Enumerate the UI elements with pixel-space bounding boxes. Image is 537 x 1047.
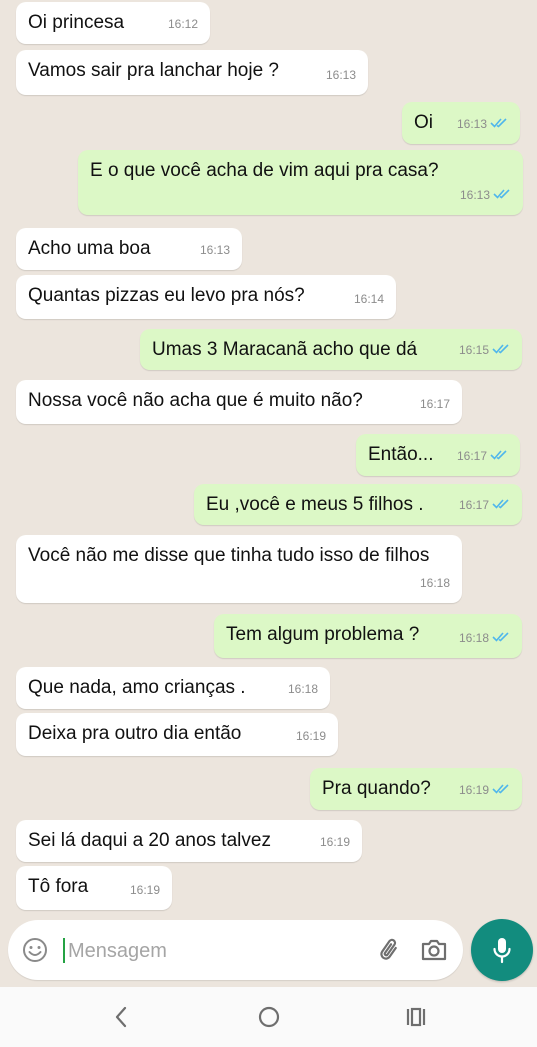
text-caret bbox=[63, 938, 65, 963]
message-meta: 16:12 bbox=[168, 12, 198, 36]
recents-icon[interactable] bbox=[403, 1004, 429, 1030]
message-bubble-incoming[interactable]: Deixa pra outro dia então 16:19 bbox=[16, 713, 338, 756]
message-time: 16:14 bbox=[353, 292, 384, 306]
message-bubble-incoming[interactable]: Quantas pizzas eu levo pra nós? 16:14 bbox=[16, 275, 396, 319]
message-meta: 16:17 bbox=[459, 493, 510, 517]
system-navigation-bar bbox=[0, 987, 537, 1047]
message-meta: 16:18 bbox=[459, 626, 510, 650]
message-bubble-outgoing[interactable]: Oi 16:13 bbox=[402, 102, 520, 144]
message-input[interactable] bbox=[66, 935, 360, 967]
message-time: 16:18 bbox=[419, 576, 450, 590]
message-text: Eu ,você e meus 5 filhos . bbox=[206, 494, 424, 515]
message-bubble-incoming[interactable]: Sei lá daqui a 20 anos talvez 16:19 bbox=[16, 820, 362, 862]
message-time: 16:12 bbox=[167, 17, 198, 31]
message-meta: 16:17 bbox=[420, 392, 450, 416]
message-time: 16:18 bbox=[458, 631, 489, 645]
message-bubble-outgoing[interactable]: Tem algum problema ? 16:18 bbox=[214, 614, 522, 658]
message-time: 16:17 bbox=[458, 498, 489, 512]
message-text: Pra quando? bbox=[322, 778, 431, 799]
message-text: Oi bbox=[414, 112, 433, 133]
double-check-icon bbox=[492, 338, 510, 362]
message-text: Oi princesa bbox=[28, 12, 125, 33]
message-text: Tem algum problema ? bbox=[226, 624, 420, 645]
message-meta: 16:19 bbox=[320, 830, 350, 854]
message-meta: 16:13 bbox=[326, 63, 356, 87]
message-bubble-incoming[interactable]: Nossa você não acha que é muito não? 16:1… bbox=[16, 380, 462, 424]
paperclip-icon[interactable] bbox=[376, 936, 404, 964]
message-time: 16:13 bbox=[325, 68, 356, 82]
message-text: E o que você acha de vim aqui pra casa? bbox=[90, 160, 439, 181]
message-meta: 16:19 bbox=[130, 878, 160, 902]
message-time: 16:19 bbox=[458, 783, 489, 797]
message-text: Vamos sair pra lanchar hoje ? bbox=[28, 60, 279, 81]
message-meta: 16:19 bbox=[459, 778, 510, 802]
message-bubble-outgoing[interactable]: Eu ,você e meus 5 filhos . 16:17 bbox=[194, 484, 522, 525]
message-time: 16:15 bbox=[458, 343, 489, 357]
message-text: Que nada, amo crianças . bbox=[28, 677, 246, 698]
message-input-bar bbox=[8, 920, 463, 980]
message-bubble-outgoing[interactable]: Pra quando? 16:19 bbox=[310, 768, 522, 810]
message-text: Tô fora bbox=[28, 876, 89, 897]
message-meta: 16:17 bbox=[457, 444, 508, 468]
message-text: Deixa pra outro dia então bbox=[28, 723, 242, 744]
message-bubble-outgoing[interactable]: E o que você acha de vim aqui pra casa? 1… bbox=[78, 150, 523, 215]
message-time: 16:13 bbox=[199, 243, 230, 257]
message-text: Umas 3 Maracanã acho que dá bbox=[152, 339, 418, 360]
double-check-icon bbox=[492, 626, 510, 650]
message-meta: 16:18 bbox=[288, 677, 318, 701]
message-text: Nossa você não acha que é muito não? bbox=[28, 390, 363, 411]
message-bubble-incoming[interactable]: Tô fora 16:19 bbox=[16, 866, 172, 910]
double-check-icon bbox=[492, 493, 510, 517]
message-meta: 16:15 bbox=[459, 338, 510, 362]
microphone-icon bbox=[493, 938, 511, 964]
message-meta: 16:13 bbox=[457, 112, 508, 136]
double-check-icon bbox=[490, 112, 508, 136]
message-bubble-outgoing[interactable]: Umas 3 Maracanã acho que dá 16:15 bbox=[140, 329, 522, 370]
message-bubble-incoming[interactable]: Vamos sair pra lanchar hoje ? 16:13 bbox=[16, 50, 368, 95]
message-meta: 16:18 bbox=[420, 571, 450, 595]
message-time: 16:18 bbox=[287, 682, 318, 696]
message-meta: 16:14 bbox=[354, 287, 384, 311]
message-time: 16:17 bbox=[419, 397, 450, 411]
camera-icon[interactable] bbox=[420, 936, 448, 964]
home-icon[interactable] bbox=[256, 1004, 282, 1030]
message-time: 16:13 bbox=[459, 188, 490, 202]
message-meta: 16:19 bbox=[296, 724, 326, 748]
message-text: Sei lá daqui a 20 anos talvez bbox=[28, 830, 271, 851]
chat-area: Oi princesa 16:12 Vamos sair pra lanchar h… bbox=[0, 0, 537, 918]
message-bubble-incoming[interactable]: Você não me disse que tinha tudo isso de… bbox=[16, 535, 462, 603]
message-time: 16:19 bbox=[319, 835, 350, 849]
double-check-icon bbox=[493, 183, 511, 207]
message-text: Você não me disse que tinha tudo isso de… bbox=[28, 545, 430, 566]
message-text: Então... bbox=[368, 444, 434, 465]
double-check-icon bbox=[490, 444, 508, 468]
message-bubble-incoming[interactable]: Acho uma boa 16:13 bbox=[16, 228, 242, 270]
message-time: 16:19 bbox=[129, 883, 160, 897]
message-meta: 16:13 bbox=[460, 183, 511, 207]
message-time: 16:13 bbox=[456, 117, 487, 131]
message-bubble-outgoing[interactable]: Então... 16:17 bbox=[356, 434, 520, 476]
message-bubble-incoming[interactable]: Que nada, amo crianças . 16:18 bbox=[16, 667, 330, 709]
emoji-icon[interactable] bbox=[22, 937, 48, 963]
message-text: Quantas pizzas eu levo pra nós? bbox=[28, 285, 305, 306]
double-check-icon bbox=[492, 778, 510, 802]
message-bubble-incoming[interactable]: Oi princesa 16:12 bbox=[16, 2, 210, 44]
message-meta: 16:13 bbox=[200, 238, 230, 262]
message-time: 16:19 bbox=[295, 729, 326, 743]
message-text: Acho uma boa bbox=[28, 238, 151, 259]
back-icon[interactable] bbox=[109, 1004, 135, 1030]
message-time: 16:17 bbox=[456, 449, 487, 463]
microphone-button[interactable] bbox=[471, 919, 533, 981]
